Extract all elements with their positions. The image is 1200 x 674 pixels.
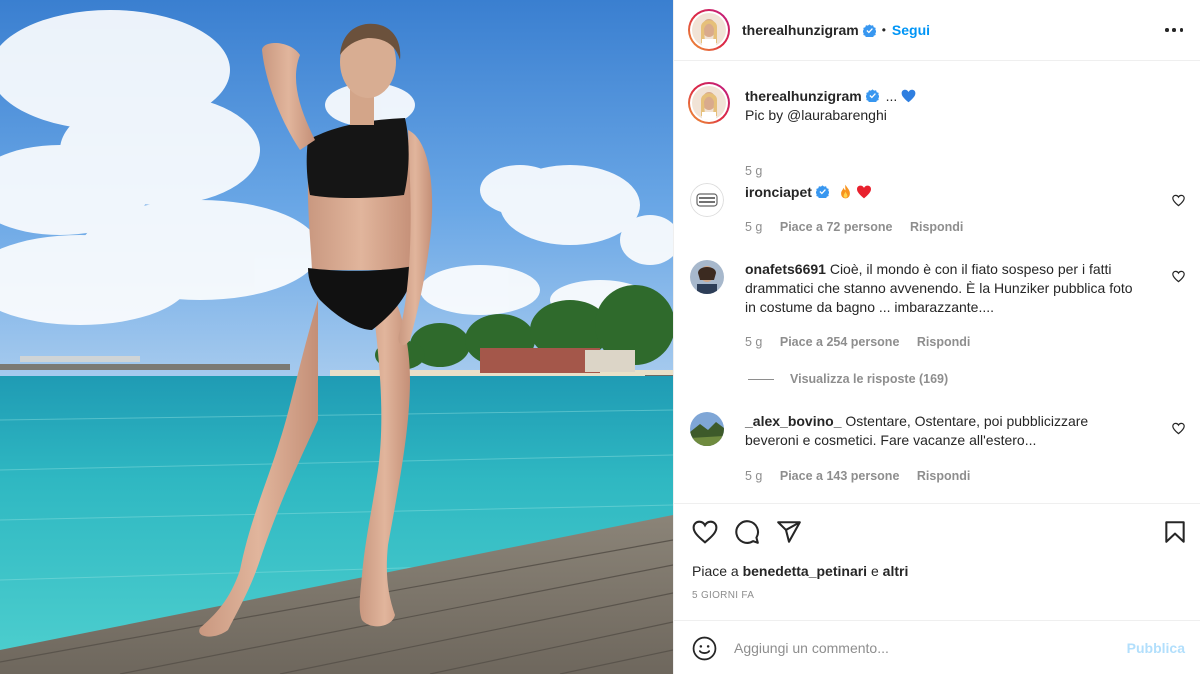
likes-prefix: Piace a bbox=[692, 563, 739, 579]
heart-icon[interactable] bbox=[692, 519, 718, 545]
likes-conj: e bbox=[870, 563, 879, 579]
comment-item: _alex_bovino_ Ostentare, Ostentare, poi … bbox=[690, 412, 1185, 492]
commenter-username[interactable]: _alex_bovino_ bbox=[745, 413, 842, 429]
follow-button[interactable]: Segui bbox=[892, 22, 930, 38]
bookmark-icon[interactable] bbox=[1162, 519, 1188, 545]
comment-reply-button[interactable]: Rispondi bbox=[917, 335, 970, 349]
post-photo[interactable] bbox=[0, 0, 673, 674]
view-replies-label: Visualizza le risposte (169) bbox=[790, 372, 949, 386]
publish-button[interactable]: Pubblica bbox=[1127, 640, 1185, 656]
post-timestamp[interactable]: 5 GIORNI FA bbox=[692, 590, 754, 601]
more-options-icon[interactable] bbox=[1165, 22, 1183, 38]
author-username[interactable]: therealhunzigram bbox=[742, 22, 859, 38]
comment-icon[interactable] bbox=[734, 519, 760, 545]
comment-likes-count[interactable]: Piace a 72 persone bbox=[780, 220, 893, 234]
commenter-avatar-image bbox=[690, 183, 724, 217]
commenter-avatar[interactable] bbox=[690, 412, 724, 446]
post-actions bbox=[674, 503, 1200, 620]
verified-badge-icon bbox=[862, 23, 876, 37]
commenter-username[interactable]: onafets6691 bbox=[745, 261, 826, 277]
comment-age: 5 g bbox=[745, 220, 763, 234]
view-replies-button[interactable]: Visualizza le risposte (169) bbox=[748, 372, 948, 386]
comment-reply-button[interactable]: Rispondi bbox=[910, 220, 963, 234]
caption-line2: Pic by @laurabarenghi bbox=[745, 107, 887, 123]
author-avatar-image bbox=[692, 13, 726, 47]
commenter-avatar[interactable] bbox=[690, 260, 724, 294]
author-avatar[interactable] bbox=[688, 9, 730, 51]
post-photo-image bbox=[0, 0, 673, 674]
comment-input[interactable] bbox=[734, 637, 1114, 659]
comment-likes-count[interactable]: Piace a 254 persone bbox=[780, 335, 900, 349]
caption-author-username[interactable]: therealhunzigram bbox=[745, 88, 862, 104]
caption-avatar-image bbox=[692, 86, 726, 120]
emoji-smile-icon[interactable] bbox=[692, 636, 717, 661]
commenter-avatar-image bbox=[690, 260, 724, 294]
view-replies-divider bbox=[748, 378, 774, 380]
comment-like-heart-icon[interactable] bbox=[1172, 194, 1185, 207]
caption-text: ... bbox=[885, 88, 898, 104]
red-heart-emoji bbox=[856, 185, 871, 199]
caption-age: 5 g bbox=[745, 164, 763, 178]
likes-summary: Piace a benedetta_petinari e altri bbox=[692, 563, 908, 579]
comment-likes-count[interactable]: Piace a 143 persone bbox=[780, 469, 900, 483]
fire-emoji bbox=[840, 184, 850, 199]
post-header: therealhunzigram • Segui bbox=[674, 0, 1200, 61]
likes-first-user[interactable]: benedetta_petinari bbox=[743, 563, 867, 579]
add-comment-bar: Pubblica bbox=[674, 620, 1200, 674]
comment-like-heart-icon[interactable] bbox=[1172, 422, 1185, 435]
verified-badge-icon bbox=[865, 89, 879, 102]
comment-item: onafets6691 Cioè, il mondo è con il fiat… bbox=[690, 260, 1185, 360]
commenter-avatar-image bbox=[690, 412, 724, 446]
comment-age: 5 g bbox=[745, 469, 763, 483]
header-separator: • bbox=[881, 23, 886, 37]
comment-age: 5 g bbox=[745, 335, 763, 349]
blue-heart-emoji bbox=[901, 89, 916, 103]
likes-others-link[interactable]: altri bbox=[883, 563, 909, 579]
caption-author-avatar[interactable] bbox=[688, 82, 730, 124]
comments-list[interactable]: therealhunzigram ... Pic by @laurabareng… bbox=[674, 62, 1200, 503]
comment-reply-button[interactable]: Rispondi bbox=[917, 469, 970, 483]
commenter-username[interactable]: ironciapet bbox=[745, 184, 812, 200]
share-icon[interactable] bbox=[776, 519, 802, 545]
commenter-avatar[interactable] bbox=[690, 183, 724, 217]
post-caption: therealhunzigram ... Pic by @laurabareng… bbox=[688, 82, 1185, 178]
post-side-panel: therealhunzigram • Segui therealhunzigra bbox=[673, 0, 1200, 674]
verified-badge-icon bbox=[815, 185, 829, 198]
comment-like-heart-icon[interactable] bbox=[1172, 270, 1185, 283]
comment-item: ironciapet 5 g Piace a 72 persone Rispon… bbox=[690, 183, 1185, 243]
